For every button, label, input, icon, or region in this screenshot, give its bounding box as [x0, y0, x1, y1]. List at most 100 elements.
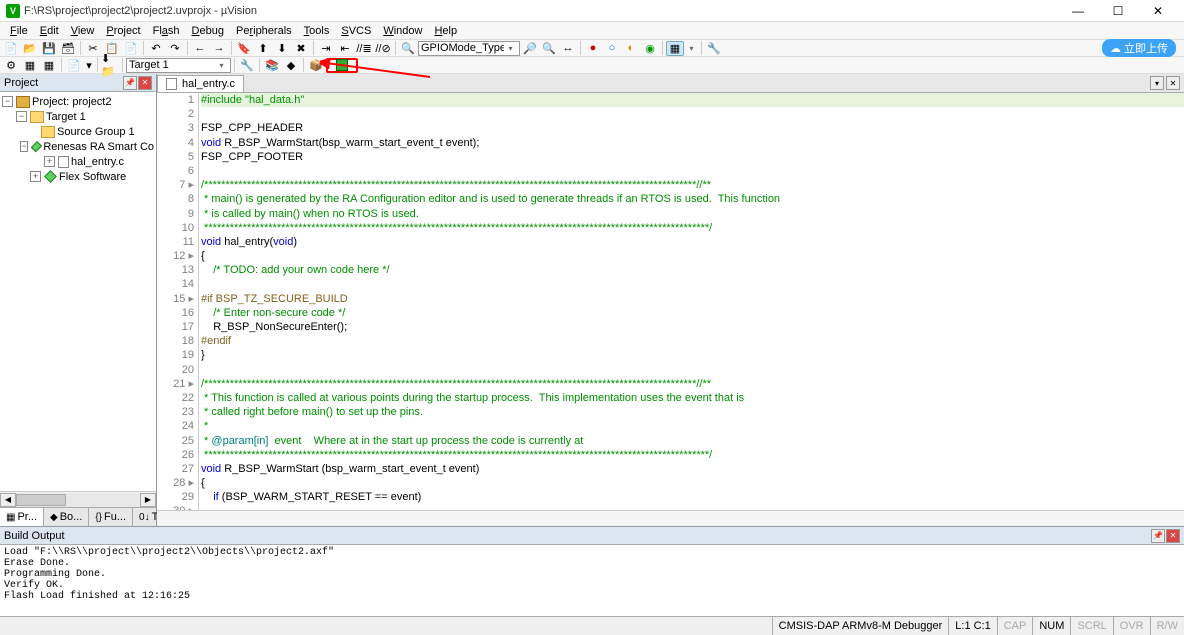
tree-renesas[interactable]: −Renesas RA Smart Co	[2, 139, 154, 154]
incremental-find-icon[interactable]: 🔍	[540, 41, 558, 56]
configure-icon[interactable]: 🔧	[705, 41, 723, 56]
upload-button[interactable]: ☁立即上传	[1102, 39, 1176, 57]
nav-fwd-icon[interactable]: →	[210, 41, 228, 56]
menubar: File Edit View Project Flash Debug Perip…	[0, 22, 1184, 40]
menu-view[interactable]: View	[65, 25, 101, 37]
status-ovr: OVR	[1113, 617, 1150, 635]
replace-icon[interactable]: ↔	[559, 41, 577, 56]
close-button[interactable]: ✕	[1138, 0, 1178, 22]
menu-debug[interactable]: Debug	[186, 25, 230, 37]
project-panel-header: Project 📌 ✕	[0, 74, 156, 92]
build-pin-icon[interactable]: 📌	[1151, 529, 1165, 543]
statusbar: CMSIS-DAP ARMv8-M Debugger L:1 C:1 CAP N…	[0, 616, 1184, 635]
nav-back-icon[interactable]: ←	[191, 41, 209, 56]
build-toolbar: ⚙ ▦ ▦ 📄 ▾ ⬇📁 Target 1▾ 🔧 📚 ◆ 📦	[0, 57, 1184, 74]
project-tree[interactable]: −Project: project2 −Target 1 Source Grou…	[0, 92, 156, 491]
save-icon[interactable]: 💾	[40, 41, 58, 56]
debug-run-icon[interactable]: ◉	[641, 41, 659, 56]
menu-peripherals[interactable]: Peripherals	[230, 25, 298, 37]
menu-flash[interactable]: Flash	[147, 25, 186, 37]
hscroll-right-icon[interactable]: ▶	[140, 493, 156, 507]
open-file-icon[interactable]: 📂	[21, 41, 39, 56]
maximize-button[interactable]: ☐	[1098, 0, 1138, 22]
debug-step-icon[interactable]: ○	[603, 41, 621, 56]
project-tabs: ▦ Pr... ◆ Bo... {} Fu... 0↓ Te...	[0, 507, 156, 526]
build-output-text[interactable]: Load "F:\\RS\\project\\project2\\Objects…	[0, 545, 1184, 616]
build-output-panel: Build Output 📌 ✕ Load "F:\\RS\\project\\…	[0, 526, 1184, 616]
panel-close-icon[interactable]: ✕	[138, 76, 152, 90]
editor-menu-icon[interactable]: ▾	[1150, 76, 1164, 90]
menu-project[interactable]: Project	[100, 25, 146, 37]
annotation-arrow	[320, 55, 430, 85]
comment-icon[interactable]: //≣	[355, 41, 373, 56]
options-icon[interactable]: 🔧	[238, 58, 256, 73]
find-combo[interactable]: GPIOMode_TypeDef▾	[418, 41, 520, 56]
tab-project[interactable]: ▦ Pr...	[0, 508, 44, 526]
paste-icon[interactable]: 📄	[122, 41, 140, 56]
build-output-header: Build Output 📌 ✕	[0, 527, 1184, 545]
project-hscroll[interactable]: ◀ ▶	[0, 491, 156, 507]
titlebar: V F:\RS\project\project2\project2.uvproj…	[0, 0, 1184, 22]
minimize-button[interactable]: —	[1058, 0, 1098, 22]
tree-flex[interactable]: +Flex Software	[2, 169, 154, 184]
menu-help[interactable]: Help	[428, 25, 463, 37]
debug-stop-icon[interactable]: ●	[584, 41, 602, 56]
status-num: NUM	[1032, 617, 1070, 635]
window-icon[interactable]: ▦	[666, 41, 684, 56]
manage-icon[interactable]: 📚	[263, 58, 281, 73]
menu-file[interactable]: File	[4, 25, 34, 37]
batch-drop-icon[interactable]: ▾	[84, 58, 94, 73]
download-icon[interactable]: ⬇📁	[101, 58, 119, 73]
tree-root[interactable]: −Project: project2	[2, 94, 154, 109]
cut-icon[interactable]: ✂	[84, 41, 102, 56]
hscroll-left-icon[interactable]: ◀	[0, 493, 16, 507]
translate-icon[interactable]: ⚙	[2, 58, 20, 73]
code-editor[interactable]: 1 2 3 4 5 6 7 ▸ 8 9 10 11 12 ▸ 13 14 15 …	[157, 93, 1184, 510]
window-drop-icon[interactable]: ▾	[685, 44, 698, 53]
editor-tab-hal-entry[interactable]: hal_entry.c	[157, 75, 244, 92]
panel-pin-icon[interactable]: 📌	[123, 76, 137, 90]
editor-close-icon[interactable]: ✕	[1166, 76, 1180, 90]
status-position: L:1 C:1	[948, 617, 996, 635]
save-all-icon[interactable]: 🗃	[59, 41, 77, 56]
bookmark-next-icon[interactable]: ⬇	[273, 41, 291, 56]
menu-edit[interactable]: Edit	[34, 25, 65, 37]
status-cap: CAP	[997, 617, 1033, 635]
indent-icon[interactable]: ⇥	[317, 41, 335, 56]
redo-icon[interactable]: ↷	[166, 41, 184, 56]
manage-rte-icon[interactable]: ◆	[282, 58, 300, 73]
find-in-files-icon[interactable]: 🔎	[521, 41, 539, 56]
tree-target[interactable]: −Target 1	[2, 109, 154, 124]
build-close-icon[interactable]: ✕	[1166, 529, 1180, 543]
tab-books[interactable]: ◆ Bo...	[44, 508, 89, 526]
batch-icon[interactable]: 📄	[65, 58, 83, 73]
bookmark-clear-icon[interactable]: ✖	[292, 41, 310, 56]
editor-hscroll[interactable]	[157, 510, 1184, 526]
target-combo[interactable]: Target 1▾	[126, 58, 231, 73]
menu-tools[interactable]: Tools	[298, 25, 336, 37]
app-icon: V	[6, 4, 20, 18]
editor-tabs: hal_entry.c ▾ ✕	[157, 74, 1184, 93]
outdent-icon[interactable]: ⇤	[336, 41, 354, 56]
tree-source-group[interactable]: Source Group 1	[2, 124, 154, 139]
menu-svcs[interactable]: SVCS	[335, 25, 377, 37]
find-icon[interactable]: 🔍	[399, 41, 417, 56]
bookmark-prev-icon[interactable]: ⬆	[254, 41, 272, 56]
tab-functions[interactable]: {} Fu...	[89, 508, 133, 526]
uncomment-icon[interactable]: //⊘	[374, 41, 392, 56]
undo-icon[interactable]: ↶	[147, 41, 165, 56]
editor-area: hal_entry.c ▾ ✕ 1 2 3 4 5 6 7 ▸ 8 9 10 1…	[157, 74, 1184, 526]
new-file-icon[interactable]: 📄	[2, 41, 20, 56]
status-debugger: CMSIS-DAP ARMv8-M Debugger	[772, 617, 949, 635]
status-rw: R/W	[1150, 617, 1184, 635]
bookmark-icon[interactable]: 🔖	[235, 41, 253, 56]
menu-window[interactable]: Window	[377, 25, 428, 37]
file-toolbar: 📄 📂 💾 🗃 ✂ 📋 📄 ↶ ↷ ← → 🔖 ⬆ ⬇ ✖ ⇥ ⇤ //≣ //…	[0, 40, 1184, 57]
status-scrl: SCRL	[1070, 617, 1112, 635]
window-title: F:\RS\project\project2\project2.uvprojx …	[24, 5, 1058, 17]
rebuild-icon[interactable]: ▦	[40, 58, 58, 73]
tree-hal-entry[interactable]: +hal_entry.c	[2, 154, 154, 169]
build-icon[interactable]: ▦	[21, 58, 39, 73]
project-panel: Project 📌 ✕ −Project: project2 −Target 1…	[0, 74, 157, 526]
debug-bp-icon[interactable]: ◐	[622, 41, 640, 56]
